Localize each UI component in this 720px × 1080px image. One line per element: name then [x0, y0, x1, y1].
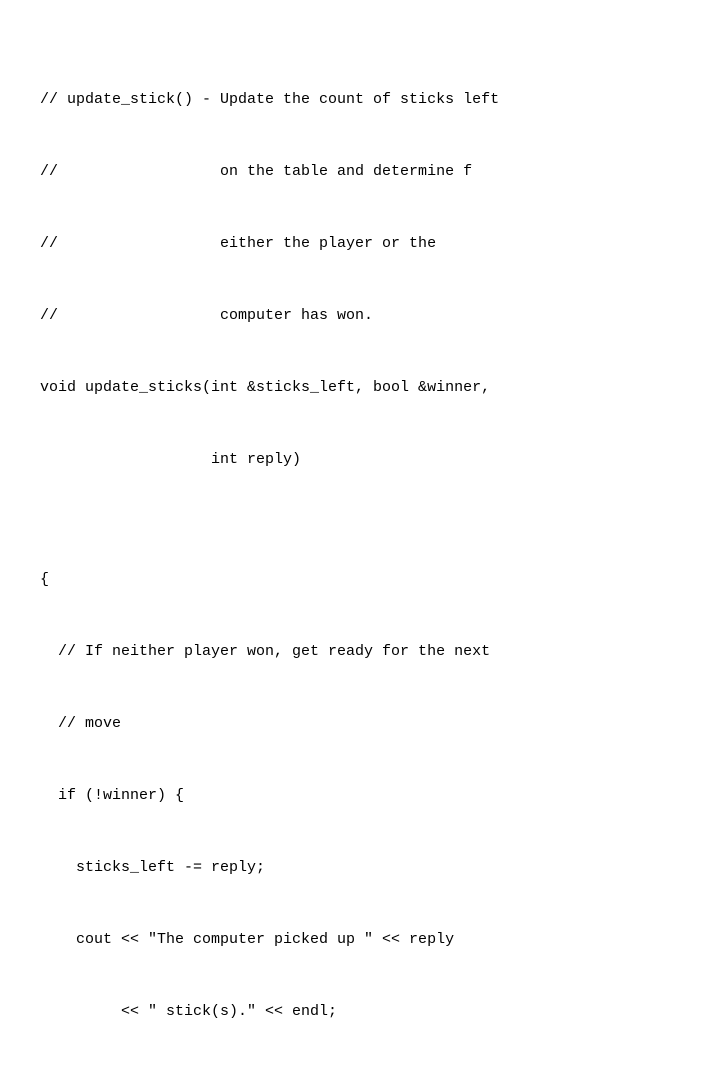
code-line-1: // update_stick() - Update the count of … [40, 88, 499, 112]
code-block: // update_stick() - Update the count of … [0, 0, 539, 1080]
code-line-4: // computer has won. [40, 304, 499, 328]
code-line-10: // move [40, 712, 499, 736]
code-line-2: // on the table and determine f [40, 160, 499, 184]
code-line-12: sticks_left -= reply; [40, 856, 499, 880]
code-line-11: if (!winner) { [40, 784, 499, 808]
code-line-6: int reply) [40, 448, 499, 472]
code-line-9: // If neither player won, get ready for … [40, 640, 499, 664]
code-line-13: cout << "The computer picked up " << rep… [40, 928, 499, 952]
code-line-8: { [40, 568, 499, 592]
code-line-3: // either the player or the [40, 232, 499, 256]
code-line-5: void update_sticks(int &sticks_left, boo… [40, 376, 499, 400]
code-line-14: << " stick(s)." << endl; [40, 1000, 499, 1024]
